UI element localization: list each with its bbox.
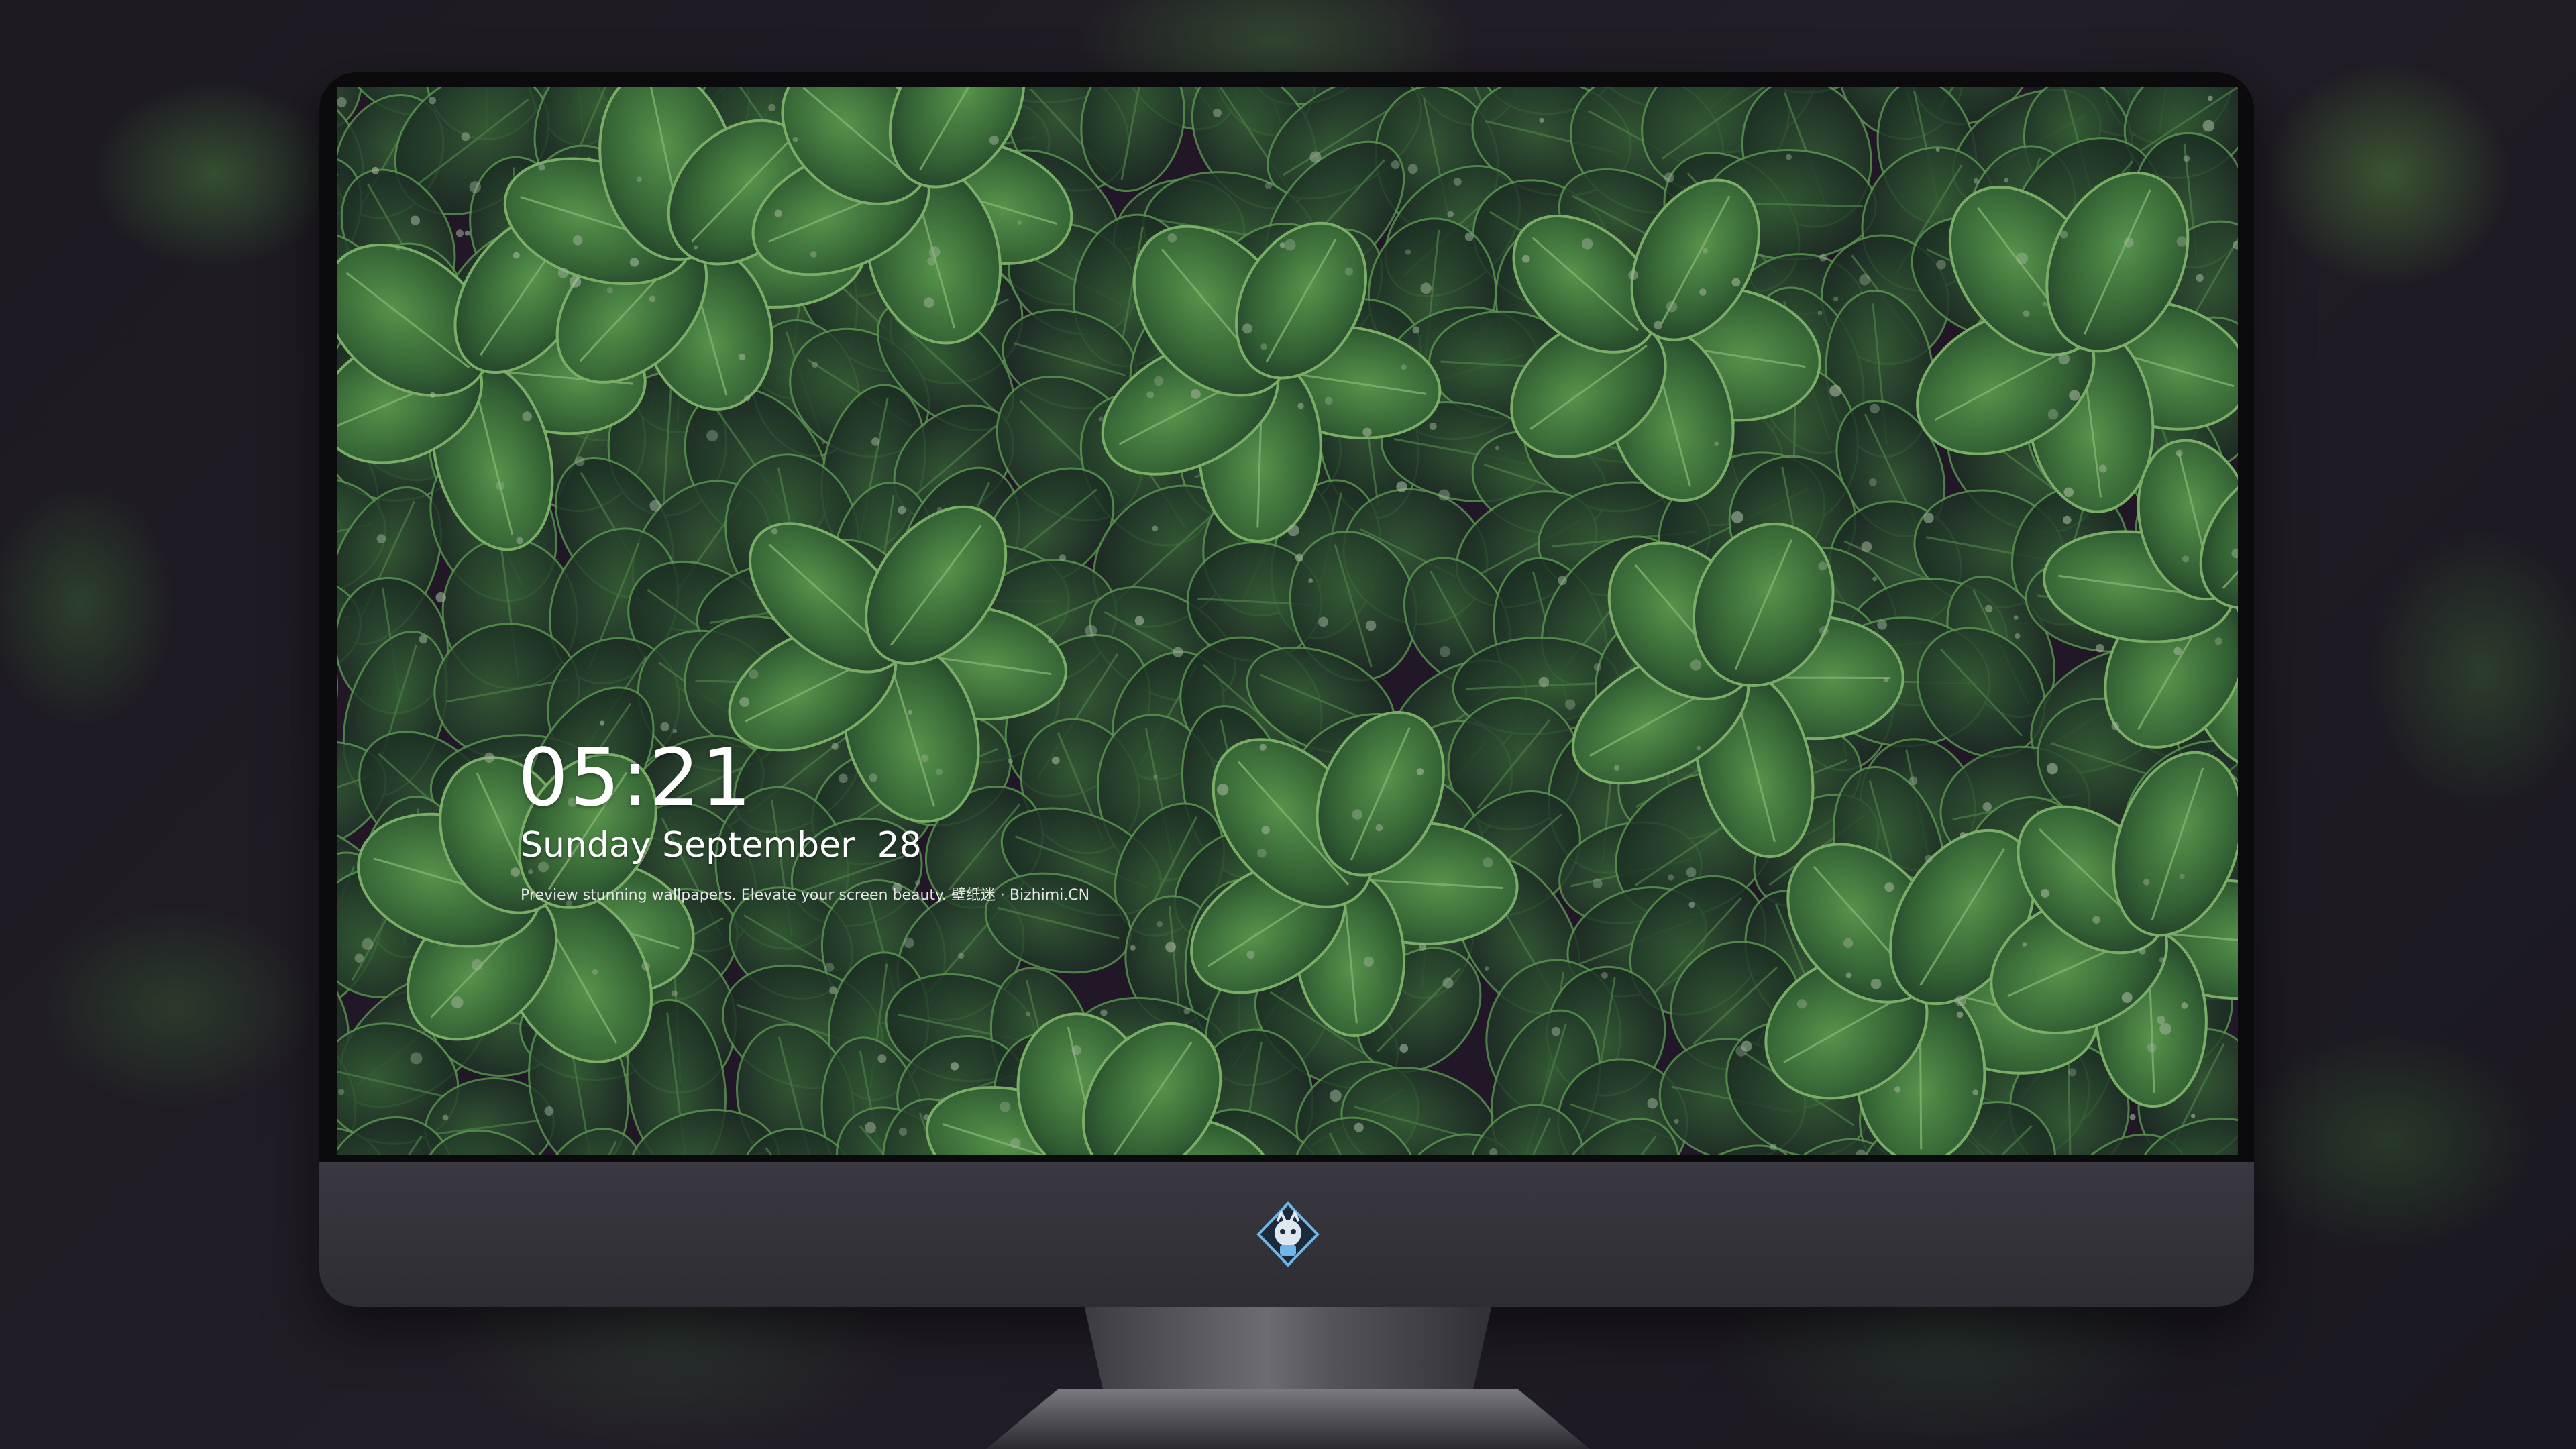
monitor-screen: 05:21 Sunday September 28 Preview stunni… [337, 87, 2238, 1155]
lock-screen-time: 05:21 [518, 731, 753, 824]
lock-screen-date: Sunday September 28 [521, 825, 922, 865]
leaf-wallpaper [337, 87, 2238, 1155]
wallpaper-tagline: Preview stunning wallpapers. Elevate you… [521, 887, 1090, 904]
stage: 05:21 Sunday September 28 Preview stunni… [0, 0, 2576, 1449]
monitor-stand-base [986, 1389, 1590, 1449]
brand-logo-icon [1256, 1201, 1320, 1267]
